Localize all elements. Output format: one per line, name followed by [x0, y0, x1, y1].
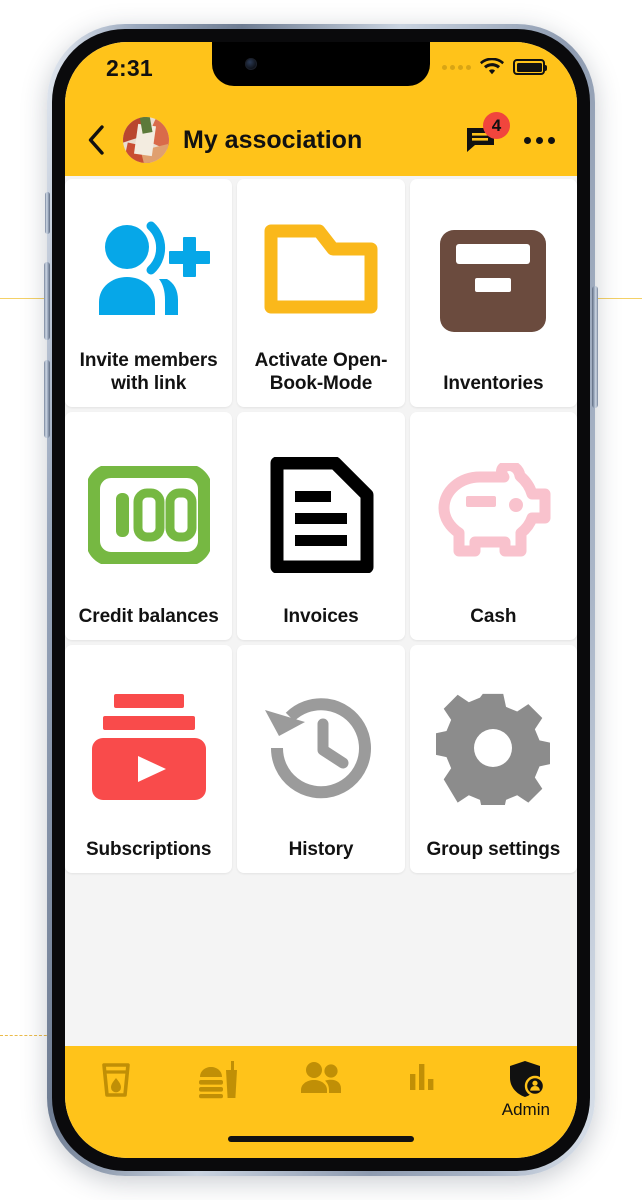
tile-invite-members[interactable]: Invite members with link: [65, 179, 233, 407]
volume-down-button[interactable]: [44, 360, 50, 438]
chevron-left-icon: [88, 125, 104, 155]
tile-inventories[interactable]: Inventories: [409, 179, 577, 407]
folder-open-icon: [264, 224, 378, 314]
bar-chart-icon: [410, 1064, 434, 1090]
feature-grid: Invite members with link Activate Open-B…: [65, 176, 577, 873]
tile-label: Cash: [470, 605, 517, 627]
tile-icon-wrap: [71, 193, 226, 349]
content-area: Invite members with link Activate Open-B…: [65, 176, 577, 1046]
more-dot: [548, 136, 555, 144]
members-people-icon: [301, 1062, 342, 1093]
battery-full-icon: [513, 59, 547, 75]
phone-screen: 2:31 My association 4 Invite members wit…: [65, 42, 577, 1158]
notch: [212, 42, 430, 86]
document-lines-icon: [270, 457, 374, 574]
history-clock-icon: [264, 698, 371, 799]
phone-frame: 2:31 My association 4 Invite members wit…: [44, 24, 598, 1176]
nav-item-members[interactable]: [270, 1060, 372, 1096]
piggy-bank-icon: [438, 463, 551, 557]
tile-icon-wrap: [416, 193, 571, 372]
tile-group-settings[interactable]: Group settings: [409, 645, 577, 873]
subscriptions-play-icon: [91, 694, 206, 801]
mute-switch[interactable]: [45, 192, 50, 234]
more-dot: [536, 136, 543, 144]
hundred-credits-icon: [87, 466, 210, 565]
phone-bezel: 2:31 My association 4 Invite members wit…: [52, 29, 590, 1171]
tile-credit-balances[interactable]: Credit balances: [65, 412, 233, 640]
more-options-button[interactable]: [512, 136, 555, 144]
avatar[interactable]: [123, 117, 169, 163]
bottom-navigation: Admin: [65, 1046, 577, 1158]
tile-icon-wrap: [243, 426, 398, 605]
tile-icon-wrap: [416, 659, 571, 838]
tile-label: Group settings: [426, 838, 561, 860]
nav-label-admin: Admin: [501, 1100, 550, 1119]
page-title: My association: [183, 125, 363, 154]
chat-button[interactable]: 4: [464, 112, 510, 157]
volume-up-button[interactable]: [44, 262, 50, 340]
nav-item-food[interactable]: [167, 1060, 269, 1100]
tile-label: Activate Open-Book-Mode: [254, 349, 388, 394]
tile-cash[interactable]: Cash: [409, 412, 577, 640]
tile-label: History: [288, 838, 354, 860]
cellular-signal-icon: [442, 64, 471, 70]
admin-shield-person-icon: [509, 1061, 545, 1097]
tile-icon-wrap: [71, 659, 226, 838]
tile-label: Inventories: [443, 372, 544, 394]
gear-icon: [436, 694, 551, 806]
nav-item-admin[interactable]: Admin: [475, 1060, 577, 1120]
front-camera-icon: [245, 58, 257, 70]
chat-badge: 4: [483, 112, 510, 139]
tile-label: Invoices: [283, 605, 359, 627]
tile-label: Invite members with link: [79, 349, 218, 394]
tile-icon-wrap: [71, 426, 226, 605]
wifi-icon: [480, 58, 504, 75]
status-indicators: [442, 58, 547, 76]
nav-item-statistics[interactable]: [372, 1060, 474, 1092]
more-dot: [524, 136, 531, 144]
home-indicator[interactable]: [228, 1136, 414, 1142]
power-button[interactable]: [592, 286, 598, 408]
status-time: 2:31: [106, 55, 153, 81]
tile-label: Credit balances: [78, 605, 219, 627]
tile-history[interactable]: History: [237, 645, 405, 873]
tile-open-book-mode[interactable]: Activate Open-Book-Mode: [237, 179, 405, 407]
tile-icon-wrap: [416, 426, 571, 605]
nav-item-drinks[interactable]: [65, 1060, 167, 1100]
status-bar: 2:31: [65, 42, 577, 104]
food-burger-drink-icon: [198, 1061, 237, 1099]
app-bar: My association 4: [65, 104, 577, 176]
screenshot-stage: 2:31 My association 4 Invite members wit…: [0, 0, 642, 1200]
person-add-icon: [98, 221, 210, 315]
tile-icon-wrap: [243, 659, 398, 838]
tile-label: Subscriptions: [85, 838, 212, 860]
tile-icon-wrap: [243, 193, 398, 349]
tile-invoices[interactable]: Invoices: [237, 412, 405, 640]
drink-glass-icon: [102, 1063, 131, 1097]
archive-box-icon: [440, 230, 547, 333]
back-button[interactable]: [83, 123, 109, 157]
tile-subscriptions[interactable]: Subscriptions: [65, 645, 233, 873]
